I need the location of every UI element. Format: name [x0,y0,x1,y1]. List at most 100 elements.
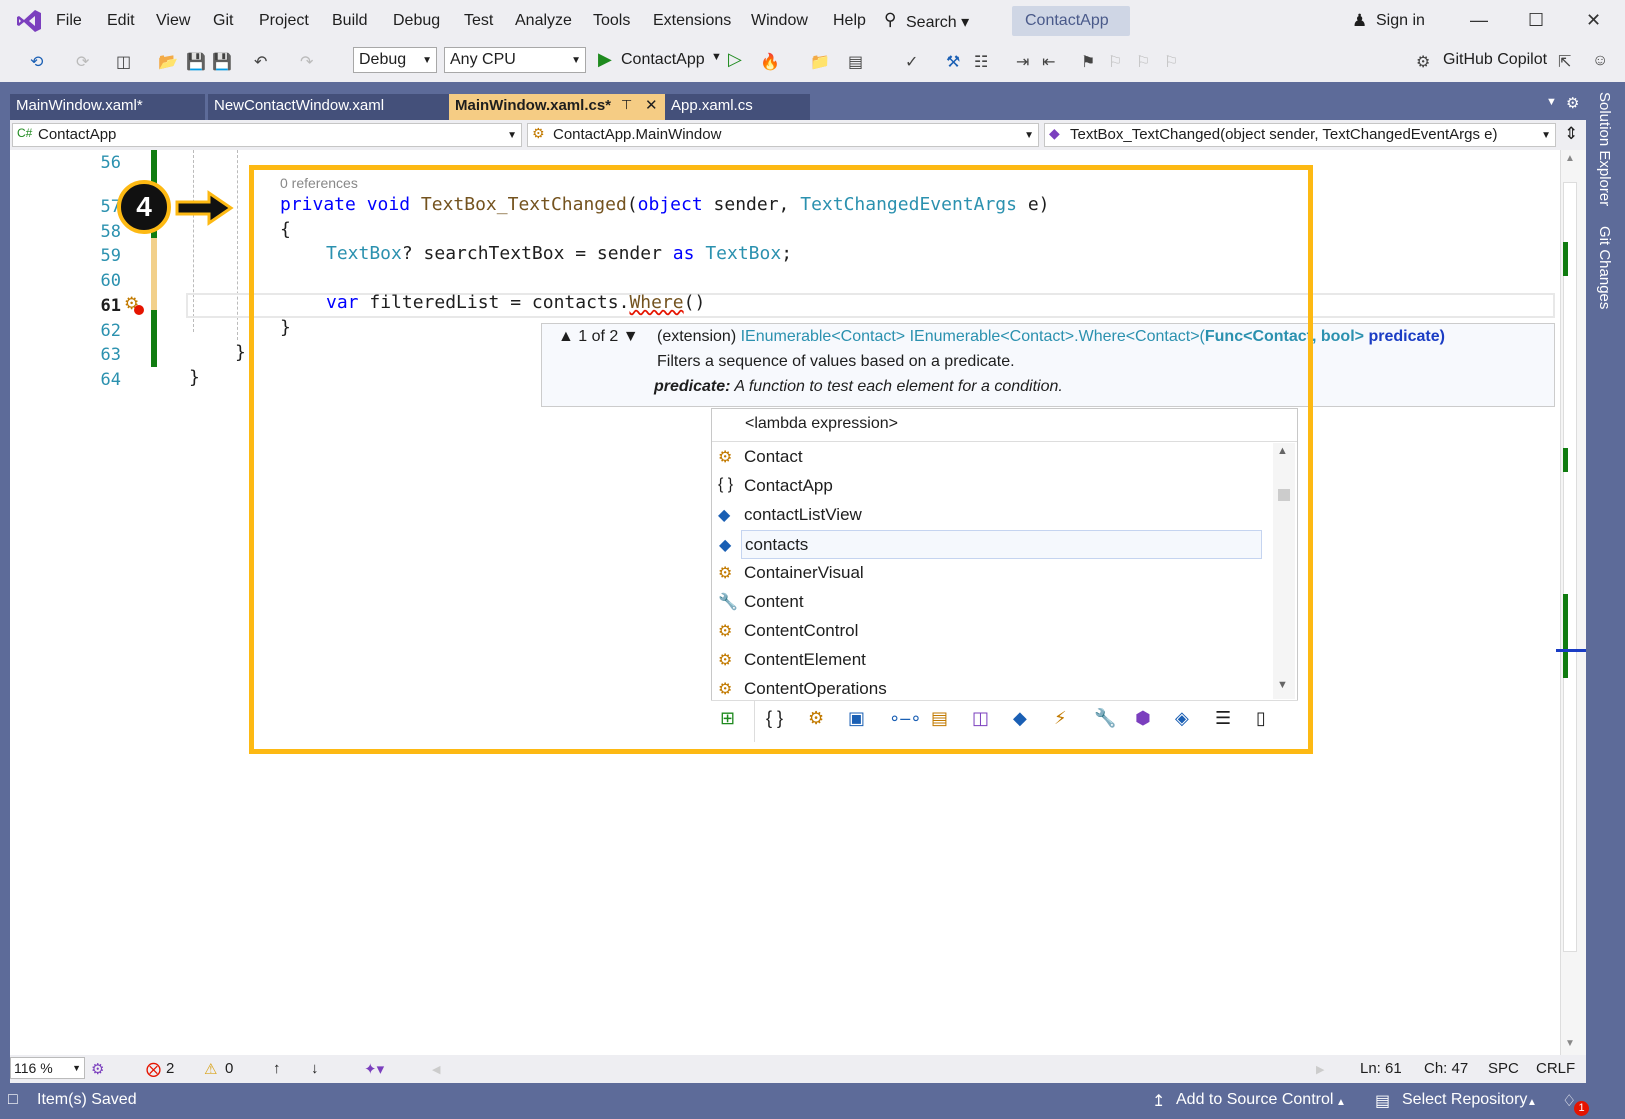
start-button[interactable]: ContactApp [621,51,705,69]
error-count[interactable]: 2 [166,1060,174,1077]
warning-icon[interactable]: ⚠ [204,1060,217,1078]
save-icon[interactable]: 💾 [186,52,206,72]
redo-icon[interactable]: ↷ [300,52,313,72]
menu-test[interactable]: Test [464,12,493,30]
configuration-dropdown[interactable]: Debug ▼ [353,47,437,73]
back-icon[interactable]: ⟲ [30,52,43,72]
copilot-icon[interactable]: ⚙ [1416,52,1430,72]
compare-icon[interactable]: ☷ [974,52,988,72]
line-number: 56 [100,153,121,173]
menu-tools[interactable]: Tools [593,12,630,30]
scrollbar-track[interactable] [1563,182,1577,952]
menu-window[interactable]: Window [751,12,808,30]
error-icon[interactable]: ⨂ [146,1060,161,1078]
share-icon[interactable]: ⇱ [1558,52,1571,72]
bookmark-next-icon[interactable]: ⚐ [1136,52,1150,72]
sign-in-button[interactable]: Sign in [1376,12,1425,30]
line-number: 58 [100,222,121,242]
solution-folder-icon[interactable]: 📁 [810,52,830,72]
menu-view[interactable]: View [156,12,190,30]
menu-debug[interactable]: Debug [393,12,440,30]
tab-overflow-icon[interactable]: ▼ [1546,96,1557,108]
menu-project[interactable]: Project [259,12,309,30]
step-icon[interactable]: ⚒ [946,52,960,72]
zoom-dropdown[interactable]: 116 % ▼ [10,1057,85,1079]
minimize-icon[interactable]: — [1470,10,1488,31]
visual-studio-logo-icon[interactable] [16,9,42,33]
scroll-up-icon[interactable]: ▲ [1565,153,1575,164]
outdent-icon[interactable]: ⇤ [1042,52,1055,72]
whitespace-indicator[interactable]: SPC [1488,1060,1519,1077]
maximize-icon[interactable]: ☐ [1528,10,1544,31]
member-dropdown[interactable]: ◆ TextBox_TextChanged(object sender, Text… [1044,123,1556,147]
chevron-down-icon: ▼ [507,130,517,141]
bookmark-prev-icon[interactable]: ⚐ [1108,52,1122,72]
save-all-icon[interactable]: 💾 [212,52,232,72]
bookmark-clear-icon[interactable]: ⚐ [1164,52,1178,72]
menu-git[interactable]: Git [213,12,233,30]
new-item-icon[interactable]: ◫ [116,52,131,72]
tab-label: MainWindow.xaml* [16,97,143,114]
feedback-icon[interactable]: ☺ [1592,52,1608,70]
next-issue-icon[interactable]: ↓ [311,1060,319,1077]
git-changes-tab[interactable]: Git Changes [1596,226,1613,309]
copilot-button[interactable]: GitHub Copilot [1443,51,1547,69]
split-window-icon[interactable]: ⇕ [1564,124,1578,144]
tab-settings-icon[interactable]: ⚙ [1566,94,1579,112]
upload-icon: ↥ [1152,1093,1166,1110]
select-repository-button[interactable]: Select Repository [1402,1091,1527,1109]
scroll-down-icon[interactable]: ▼ [1565,1038,1575,1049]
close-tab-icon[interactable]: ✕ [645,96,658,114]
csharp-project-icon: C# [17,126,33,140]
bookmark-icon[interactable]: ⚑ [1081,52,1095,72]
hot-reload-icon[interactable]: 🔥 [760,52,780,72]
app-title-badge[interactable]: ContactApp [1012,6,1130,36]
tab-newcontactwindow-xaml[interactable]: NewContactWindow.xaml [208,94,449,120]
pin-icon[interactable]: ⊤ [621,97,632,113]
solution-explorer-tab[interactable]: Solution Explorer [1596,92,1613,206]
close-icon[interactable]: ✕ [1586,10,1601,31]
scroll-marker-change [1563,448,1568,472]
tab-mainwindow-xaml-cs[interactable]: MainWindow.xaml.cs* ⊤ ✕ [449,94,665,120]
menu-help[interactable]: Help [833,12,866,30]
window-layout-icon[interactable]: ▤ [848,52,863,72]
tab-app-xaml-cs[interactable]: App.xaml.cs [665,94,810,120]
line-ending-indicator[interactable]: CRLF [1536,1060,1575,1077]
menu-file[interactable]: File [56,12,82,30]
search-button[interactable]: Search ▾ [906,12,969,32]
play-icon[interactable]: ▶ [598,49,612,70]
menu-extensions[interactable]: Extensions [653,12,731,30]
project-dropdown[interactable]: C# ContactApp ▼ [12,123,522,147]
add-to-source-control-button[interactable]: Add to Source Control [1176,1091,1333,1109]
column-indicator[interactable]: Ch: 47 [1424,1060,1468,1077]
error-badge-icon [134,305,144,315]
line-indicator[interactable]: Ln: 61 [1360,1060,1402,1077]
left-dock-strip [0,82,10,1094]
tab-label: MainWindow.xaml.cs* [455,97,612,114]
spellcheck-icon[interactable]: ✓ [905,52,918,72]
open-folder-icon[interactable]: 📂 [158,52,178,72]
hscroll-left-icon[interactable]: ◀ [432,1063,440,1076]
menu-analyze[interactable]: Analyze [515,12,572,30]
indent-icon[interactable]: ⇥ [1016,52,1029,72]
platform-dropdown[interactable]: Any CPU ▼ [444,47,586,73]
start-without-debug-icon[interactable]: ▷ [728,49,742,70]
forward-icon[interactable]: ⟳ [76,52,89,72]
chevron-up-icon: ▲ [1527,1097,1537,1108]
code-cleanup-icon[interactable]: ✦▾ [364,1060,384,1078]
hscroll-right-icon[interactable]: ▶ [1316,1063,1324,1076]
class-icon: ⚙ [532,125,545,141]
warning-count[interactable]: 0 [225,1060,233,1077]
tab-mainwindow-xaml[interactable]: MainWindow.xaml* [10,94,205,120]
previous-issue-icon[interactable]: ↑ [273,1060,281,1077]
menu-edit[interactable]: Edit [107,12,135,30]
search-label: Search [906,14,957,31]
class-dropdown[interactable]: ⚙ ContactApp.MainWindow ▼ [527,123,1039,147]
signature-token: predicate) [1364,328,1445,345]
class-value: ContactApp.MainWindow [553,126,722,143]
tab-label: NewContactWindow.xaml [214,97,385,114]
menu-build[interactable]: Build [332,12,368,30]
undo-icon[interactable]: ↶ [254,52,267,72]
health-icon[interactable]: ⚙ [91,1060,104,1078]
start-dropdown-icon[interactable]: ▼ [711,51,722,63]
